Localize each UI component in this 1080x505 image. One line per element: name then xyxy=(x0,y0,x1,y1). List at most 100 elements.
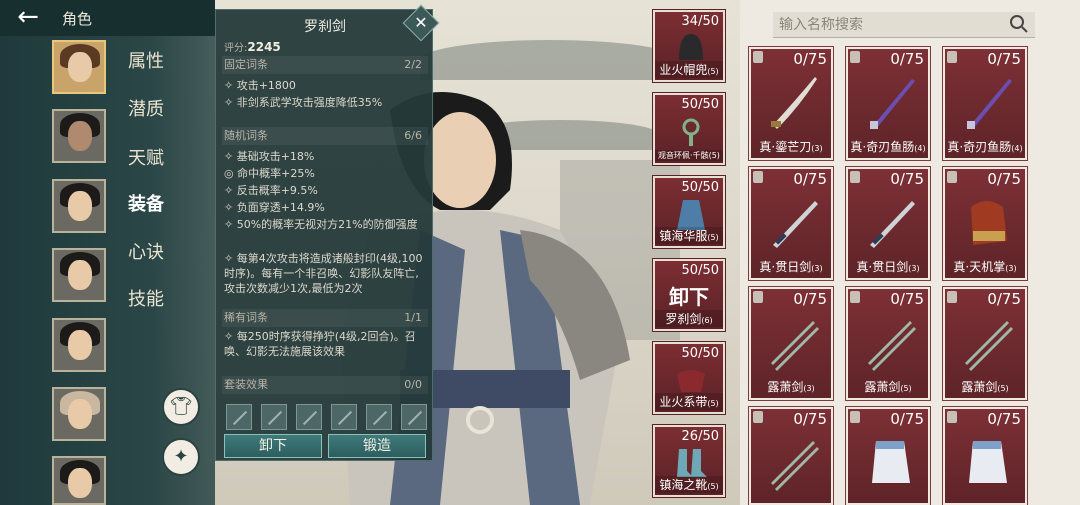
broom-icon[interactable]: ✦ xyxy=(162,438,200,476)
pendant-icon xyxy=(682,118,700,146)
lock-icon xyxy=(753,411,763,423)
inventory-item[interactable]: 0/75 露萧剑(5) xyxy=(942,286,1028,401)
menu-item-skills[interactable]: 技能 xyxy=(128,285,178,311)
item-name: 镇海华服(5) xyxy=(655,227,723,244)
item-name: 露萧剑(3) xyxy=(767,380,815,394)
unequip-button[interactable]: 卸下 xyxy=(224,434,322,458)
rare-affix-header: 稀有词条 1/1 xyxy=(222,309,428,327)
set-slot[interactable] xyxy=(366,404,392,430)
durability-count: 0/75 xyxy=(987,290,1021,308)
set-slot[interactable] xyxy=(296,404,322,430)
inventory-item[interactable]: 0/75 真·贯日剑(3) xyxy=(845,166,931,281)
set-slot[interactable] xyxy=(401,404,427,430)
close-icon: ✕ xyxy=(414,13,428,32)
sword-icon xyxy=(870,201,915,248)
equipped-slot[interactable]: 34/50 业火帽兜(5) xyxy=(652,9,726,83)
inventory-item[interactable]: 0/75 真·贯日剑(3) xyxy=(748,166,834,281)
sword-icon xyxy=(773,201,818,248)
durability-count: 0/75 xyxy=(793,170,827,188)
lock-icon xyxy=(947,171,957,183)
menu-item-attributes[interactable]: 属性 xyxy=(128,47,178,73)
inventory-item[interactable]: 0/75 真·鎏芒刀(3) xyxy=(748,46,834,161)
search-input[interactable]: 输入名称搜索 xyxy=(773,12,1035,38)
item-name: 观音环佩·千骸(5) xyxy=(655,150,723,161)
set-slot[interactable] xyxy=(226,404,252,430)
durability-count: 34/50 xyxy=(681,14,719,29)
inventory-item[interactable]: 0/75 xyxy=(845,406,931,505)
forge-button[interactable]: 锻造 xyxy=(328,434,426,458)
menu-item-equipment[interactable]: 装备 xyxy=(128,190,178,216)
affix-line: ✧ 负面穿透+14.9% xyxy=(224,201,325,214)
glove-icon xyxy=(969,441,1007,483)
item-name: 真·奇刃鱼肠(4) xyxy=(947,140,1023,154)
affix-line: ✧ 反击概率+9.5% xyxy=(224,184,318,197)
avatar-portrait[interactable] xyxy=(52,248,106,302)
set-slot[interactable] xyxy=(261,404,287,430)
inventory-item[interactable]: 0/75 真·奇刃鱼肠(4) xyxy=(942,46,1028,161)
item-name: 真·奇刃鱼肠(4) xyxy=(850,140,926,154)
lock-icon xyxy=(850,411,860,423)
item-name: 真·贯日剑(3) xyxy=(759,260,823,274)
dagger-icon xyxy=(967,79,1012,129)
lock-icon xyxy=(850,51,860,63)
equipped-slot[interactable]: 50/50 业火系带(5) xyxy=(652,341,726,415)
set-slot[interactable] xyxy=(331,404,357,430)
lock-icon xyxy=(947,291,957,303)
durability-count: 50/50 xyxy=(681,97,719,112)
inventory-item[interactable]: 0/75 真·奇刃鱼肠(4) xyxy=(845,46,931,161)
lock-icon xyxy=(850,291,860,303)
affix-line: ✧ 每250时序获得挣狞(4级,2回合)。召唤、幻影无法施展该效果 xyxy=(224,330,416,358)
avatar-portrait[interactable] xyxy=(52,387,106,441)
durability-count: 0/75 xyxy=(793,410,827,428)
twin-sword-icon xyxy=(771,321,819,371)
durability-count: 0/75 xyxy=(890,410,924,428)
fixed-affix-header: 固定词条 2/2 xyxy=(222,56,428,74)
item-name: 真·鎏芒刀(3) xyxy=(759,140,823,154)
avatar-portrait[interactable] xyxy=(52,456,106,505)
affix-line: ✧ 基础攻击+18% xyxy=(224,150,315,163)
durability-count: 0/75 xyxy=(987,170,1021,188)
item-name: 真·天机掌(3) xyxy=(953,260,1017,274)
durability-count: 0/75 xyxy=(793,50,827,68)
affix-line: ✧ 每第4次攻击将造成诸般封印(4级,100时序)。每有一个非召唤、幻影队友阵亡… xyxy=(224,252,423,295)
menu-item-talent[interactable]: 天赋 xyxy=(128,144,178,170)
twin-sword-icon xyxy=(965,321,1013,371)
item-name: 业火系带(5) xyxy=(655,393,723,410)
avatar-portrait[interactable] xyxy=(52,109,106,163)
item-name: 露萧剑(5) xyxy=(961,380,1009,394)
outfit-icon[interactable]: 👕︎ xyxy=(162,388,200,426)
equipped-slot[interactable]: 26/50 镇海之靴(5) xyxy=(652,424,726,498)
equipped-slot[interactable]: 50/50 镇海华服(5) xyxy=(652,175,726,249)
inventory-item[interactable]: 0/75 露萧剑(5) xyxy=(845,286,931,401)
set-effect-header: 套装效果 0/0 xyxy=(222,376,428,394)
durability-count: 50/50 xyxy=(681,263,719,278)
dagger-icon xyxy=(870,79,915,129)
affix-line: ◎ 命中概率+25% xyxy=(224,167,315,180)
affix-line: ✧ 非剑系武学攻击强度降低35% xyxy=(224,96,383,109)
equipped-slot[interactable]: 50/50 卸下 罗刹剑(6) xyxy=(652,258,726,332)
inventory-item[interactable]: 0/75 xyxy=(942,406,1028,505)
durability-count: 0/75 xyxy=(793,290,827,308)
menu-item-potential[interactable]: 潜质 xyxy=(128,95,178,121)
avatar-portrait[interactable] xyxy=(52,40,106,94)
equipped-slot[interactable]: 50/50 观音环佩·千骸(5) xyxy=(652,92,726,166)
back-arrow-icon[interactable]: ← xyxy=(6,4,50,30)
search-placeholder: 输入名称搜索 xyxy=(779,17,863,33)
item-name: 罗刹剑(6) xyxy=(655,310,723,327)
item-name: 镇海之靴(5) xyxy=(655,476,723,493)
search-icon[interactable] xyxy=(1009,14,1029,34)
menu-item-mind-art[interactable]: 心诀 xyxy=(128,238,178,264)
top-bar: ← 角色 xyxy=(0,0,215,36)
durability-count: 0/75 xyxy=(890,290,924,308)
inventory-item[interactable]: 0/75 露萧剑(3) xyxy=(748,286,834,401)
durability-count: 0/75 xyxy=(987,50,1021,68)
unequip-overlay[interactable]: 卸下 xyxy=(655,281,723,310)
avatar-portrait[interactable] xyxy=(52,179,106,233)
item-name: 业火帽兜(5) xyxy=(655,61,723,78)
pavilion-roof xyxy=(420,40,680,80)
inventory-item[interactable]: 0/75 xyxy=(748,406,834,505)
durability-count: 50/50 xyxy=(681,180,719,195)
inventory-item[interactable]: 0/75 真·天机掌(3) xyxy=(942,166,1028,281)
avatar-portrait[interactable] xyxy=(52,318,106,372)
lock-icon xyxy=(947,51,957,63)
